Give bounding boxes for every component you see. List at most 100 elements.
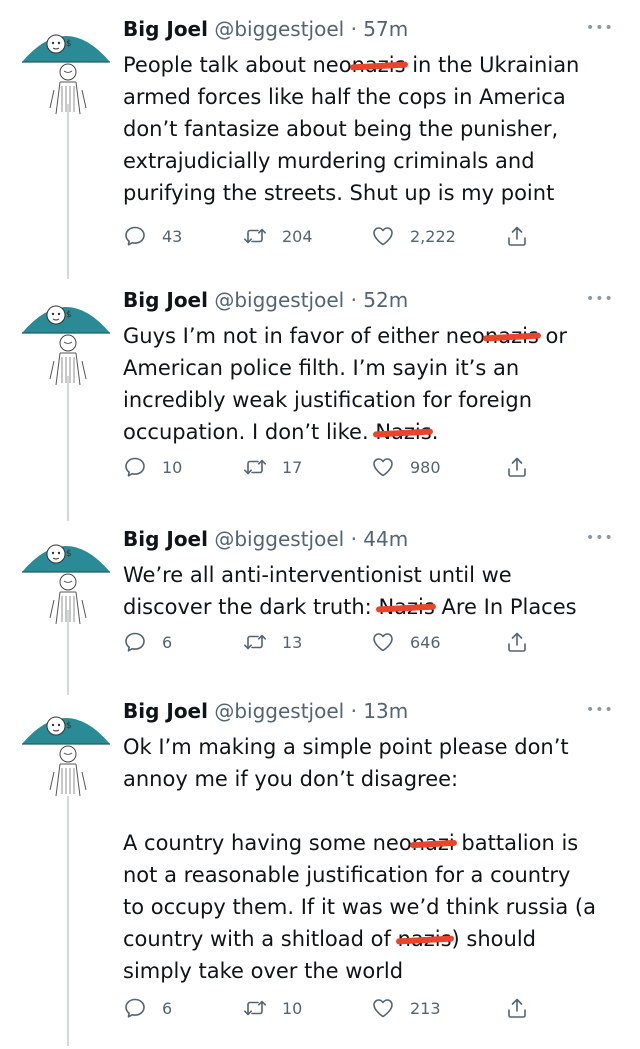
text-segment: People talk about neo	[123, 53, 352, 77]
reply-icon	[123, 455, 147, 479]
tweet-text-line: A country having some neonazi battalion …	[123, 827, 628, 859]
text-segment: not a reasonable justification for a cou…	[123, 863, 571, 887]
more-options-icon[interactable]: •••	[586, 291, 614, 307]
like-count: 980	[410, 457, 441, 477]
svg-text:$: $	[66, 39, 72, 49]
text-segment: Ok I’m making a simple point please don’…	[123, 735, 569, 759]
tweet-text: Guys I’m not in favor of either neonazis…	[123, 320, 628, 448]
tweet-text-line: simply take over the world	[123, 955, 628, 987]
reply-count: 10	[162, 457, 183, 477]
retweet-button[interactable]: 17	[243, 455, 302, 479]
redacted-word: nazis	[352, 49, 406, 81]
avatar[interactable]: $	[16, 16, 120, 116]
share-icon	[505, 224, 529, 248]
retweet-button[interactable]: 13	[243, 630, 302, 654]
timestamp[interactable]: 57m	[363, 17, 408, 41]
text-segment: in the Ukrainian	[405, 53, 580, 77]
reply-icon	[123, 996, 147, 1020]
share-button[interactable]	[505, 996, 529, 1020]
text-segment: occupation. I don’t like.	[123, 420, 376, 444]
retweet-button[interactable]: 10	[243, 996, 302, 1020]
tweet-text-line: armed forces like half the cops in Ameri…	[123, 81, 628, 113]
text-segment: American police filth. I’m sayin it’s an	[123, 356, 520, 380]
retweet-count: 10	[282, 998, 303, 1018]
tweet-actions: 10 17 980	[0, 455, 640, 485]
display-name[interactable]: Big Joel	[123, 527, 208, 551]
text-segment: Guys I’m not in favor of either neo	[123, 324, 485, 348]
reply-count: 6	[162, 632, 173, 652]
text-segment: armed forces like half the cops in Ameri…	[123, 85, 566, 109]
display-name[interactable]: Big Joel	[123, 17, 208, 41]
tweet-text-line: don’t fantasize about being the punisher…	[123, 113, 628, 145]
share-icon	[505, 455, 529, 479]
reply-button[interactable]: 10	[123, 455, 182, 479]
avatar-image: $	[16, 544, 116, 630]
thread-connector-line	[67, 376, 69, 521]
tweet-header: Big Joel @biggestjoel · 57m	[123, 16, 408, 42]
share-button[interactable]	[505, 455, 529, 479]
like-button[interactable]: 980	[371, 455, 441, 479]
reply-button[interactable]: 6	[123, 630, 172, 654]
text-segment: purifying the streets. Shut up is my poi…	[123, 181, 555, 205]
tweet-header: Big Joel @biggestjoel · 52m	[123, 287, 408, 313]
text-segment: simply take over the world	[123, 959, 404, 983]
tweet-text-line: occupation. I don’t like. Nazis.	[123, 416, 628, 448]
redacted-word: Nazis	[375, 416, 431, 448]
like-button[interactable]: 213	[371, 996, 441, 1020]
tweet-text-line: annoy me if you don’t disagree:	[123, 763, 628, 795]
like-count: 213	[410, 998, 441, 1018]
svg-text:$: $	[66, 310, 72, 320]
retweet-icon	[243, 996, 267, 1020]
reply-button[interactable]: 43	[123, 224, 182, 248]
share-icon	[505, 630, 529, 654]
tweet-text-line: discover the dark truth: Nazis Are In Pl…	[123, 591, 628, 623]
reply-button[interactable]: 6	[123, 996, 172, 1020]
retweet-button[interactable]: 204	[243, 224, 313, 248]
avatar-image: $	[16, 305, 116, 391]
retweet-count: 204	[282, 226, 313, 246]
text-segment: A country having some neo	[123, 831, 412, 855]
like-icon	[371, 630, 395, 654]
avatar[interactable]: $	[16, 526, 120, 626]
avatar[interactable]: $	[16, 287, 120, 387]
timestamp[interactable]: 52m	[363, 288, 408, 312]
like-button[interactable]: 2,222	[371, 224, 456, 248]
svg-text:$: $	[66, 549, 72, 559]
more-options-icon[interactable]: •••	[586, 530, 614, 546]
tweet-actions: 6 10 213	[0, 996, 640, 1026]
text-segment: or	[538, 324, 568, 348]
like-button[interactable]: 646	[371, 630, 441, 654]
timestamp[interactable]: 44m	[363, 527, 408, 551]
tweet-text: Ok I’m making a simple point please don’…	[123, 731, 628, 987]
avatar[interactable]: $	[16, 698, 120, 798]
handle[interactable]: @biggestjoel	[214, 527, 344, 551]
reply-icon	[123, 224, 147, 248]
retweet-count: 13	[282, 632, 303, 652]
text-segment: discover the dark truth:	[123, 595, 379, 619]
redacted-word: Nazis	[378, 591, 434, 623]
timestamp[interactable]: 13m	[363, 699, 408, 723]
separator-dot: ·	[350, 527, 357, 551]
tweet-text-line: not a reasonable justification for a cou…	[123, 859, 628, 891]
display-name[interactable]: Big Joel	[123, 288, 208, 312]
handle[interactable]: @biggestjoel	[214, 288, 344, 312]
handle[interactable]: @biggestjoel	[214, 699, 344, 723]
text-segment: Are In Places	[434, 595, 577, 619]
like-icon	[371, 455, 395, 479]
display-name[interactable]: Big Joel	[123, 699, 208, 723]
tweet-text-line: incredibly weak justification for foreig…	[123, 384, 628, 416]
share-button[interactable]	[505, 630, 529, 654]
like-icon	[371, 224, 395, 248]
separator-dot: ·	[350, 288, 357, 312]
separator-dot: ·	[350, 17, 357, 41]
redacted-word: nazi	[412, 827, 455, 859]
tweet-header: Big Joel @biggestjoel · 44m	[123, 526, 408, 552]
share-button[interactable]	[505, 224, 529, 248]
text-segment: extrajudicially murdering criminals and	[123, 149, 535, 173]
more-options-icon[interactable]: •••	[586, 20, 614, 36]
tweet-header: Big Joel @biggestjoel · 13m	[123, 698, 408, 724]
handle[interactable]: @biggestjoel	[214, 17, 344, 41]
reply-count: 43	[162, 226, 183, 246]
tweet-text-line: People talk about neonazis in the Ukrain…	[123, 49, 628, 81]
more-options-icon[interactable]: •••	[586, 702, 614, 718]
